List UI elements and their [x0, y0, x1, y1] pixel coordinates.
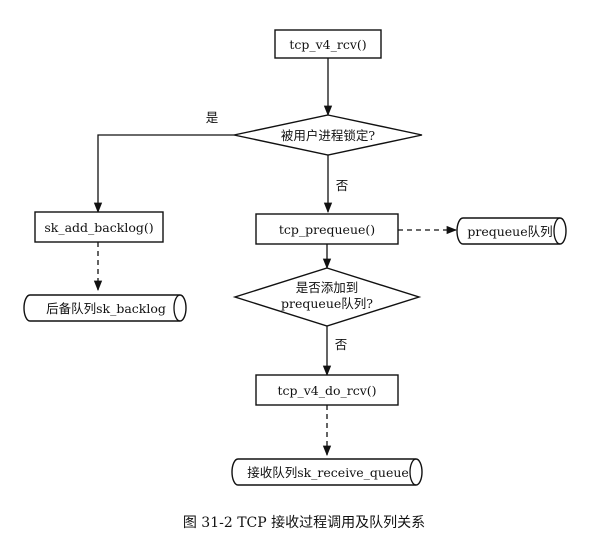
figure-caption: 图 31-2 TCP 接收过程调用及队列关系 [183, 514, 425, 531]
tcp-prequeue-node: tcp_prequeue() [255, 213, 399, 245]
locked-decision-node: 被用户进程锁定? [233, 114, 423, 156]
no-label-1: 否 [336, 178, 349, 193]
backlog-queue-node: 后备队列sk_backlog [23, 294, 187, 322]
tcp-v4-rcv-node: tcp_v4_rcv() [274, 29, 382, 59]
prequeue-queue-node: prequeue队列 [456, 217, 567, 245]
receive-queue-label: 接收队列sk_receive_queue [247, 465, 409, 480]
yes-label: 是 [206, 110, 219, 125]
added-decision-label-line1: 是否添加到 [296, 280, 359, 295]
flowchart: tcp_v4_rcv() 被用户进程锁定? 是 否 sk_add_backlog… [23, 29, 567, 531]
sk-add-backlog-label: sk_add_backlog() [44, 220, 153, 235]
sk-add-backlog-node: sk_add_backlog() [34, 211, 164, 243]
tcp-v4-do-rcv-label: tcp_v4_do_rcv() [277, 383, 376, 398]
tcp-prequeue-label: tcp_prequeue() [279, 222, 375, 237]
added-decision-node: 是否添加到 prequeue队列? [232, 267, 422, 327]
added-decision-label-line2: prequeue队列? [281, 296, 373, 311]
locked-decision-label: 被用户进程锁定? [281, 128, 376, 143]
receive-queue-node: 接收队列sk_receive_queue [231, 458, 423, 486]
prequeue-queue-label: prequeue队列 [467, 224, 552, 239]
arrow-locked-yes-to-backlog [93, 134, 234, 214]
tcp-v4-do-rcv-node: tcp_v4_do_rcv() [255, 374, 399, 406]
tcp-v4-rcv-label: tcp_v4_rcv() [289, 37, 366, 52]
no-label-2: 否 [335, 337, 348, 352]
backlog-queue-label: 后备队列sk_backlog [46, 301, 166, 316]
